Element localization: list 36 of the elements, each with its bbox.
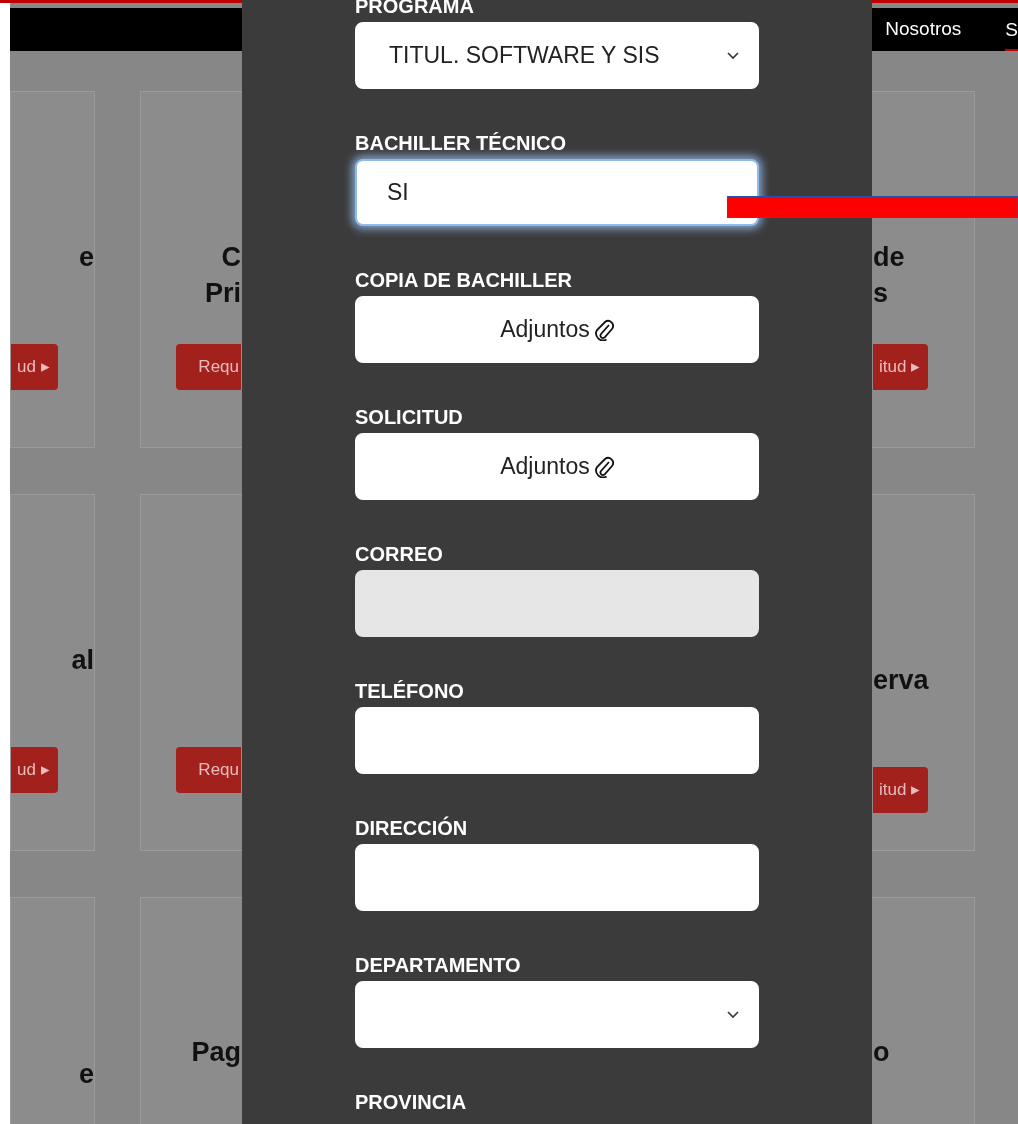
card-title: e <box>78 240 94 274</box>
card-title: s <box>873 276 889 310</box>
field-label: PROVINCIA <box>355 1090 468 1115</box>
chevron-down-icon <box>727 51 739 60</box>
card-title: e <box>78 1057 94 1091</box>
card-title: al <box>71 643 94 677</box>
nav-link[interactable]: Nosotros <box>885 15 962 44</box>
nav-link[interactable]: S <box>1005 16 1018 51</box>
paperclip-icon <box>593 318 614 341</box>
attachments-button[interactable]: Adjuntos <box>355 433 759 500</box>
field-label: BACHILLER TÉCNICO <box>355 131 568 156</box>
card-button[interactable]: Requ <box>176 746 241 793</box>
card-title: de <box>873 240 905 274</box>
card-button[interactable]: itud ▸ <box>873 766 929 813</box>
paperclip-icon <box>593 455 614 478</box>
dropdown-field[interactable]: TITUL. SOFTWARE Y SIS <box>355 22 759 89</box>
card-title: Pri <box>204 276 241 310</box>
card-button[interactable]: itud ▸ <box>873 343 929 390</box>
field-label: TELÉFONO <box>355 679 465 704</box>
dropdown-field[interactable] <box>355 981 759 1048</box>
card-title: o <box>873 1035 890 1069</box>
field-label: SOLICITUD <box>355 405 464 430</box>
chevron-down-icon <box>727 1010 739 1019</box>
input-field[interactable]: SI <box>355 159 759 226</box>
field-label: COPIA DE BACHILLER <box>355 268 574 293</box>
card-title: Pag <box>191 1035 241 1069</box>
card-title: erva <box>873 663 929 697</box>
dropdown-value: TITUL. SOFTWARE Y SIS <box>389 41 660 71</box>
card-button[interactable]: ud ▸ <box>11 746 58 793</box>
field-label: DIRECCIÓN <box>355 815 469 841</box>
card-button[interactable]: ud ▸ <box>11 343 58 390</box>
attachments-button[interactable]: Adjuntos <box>355 296 759 363</box>
field-label: DEPARTAMENTO <box>355 953 522 978</box>
card-title: C <box>221 240 241 274</box>
card-button[interactable]: Requ <box>176 343 241 390</box>
field-label: CORREO <box>355 542 444 567</box>
